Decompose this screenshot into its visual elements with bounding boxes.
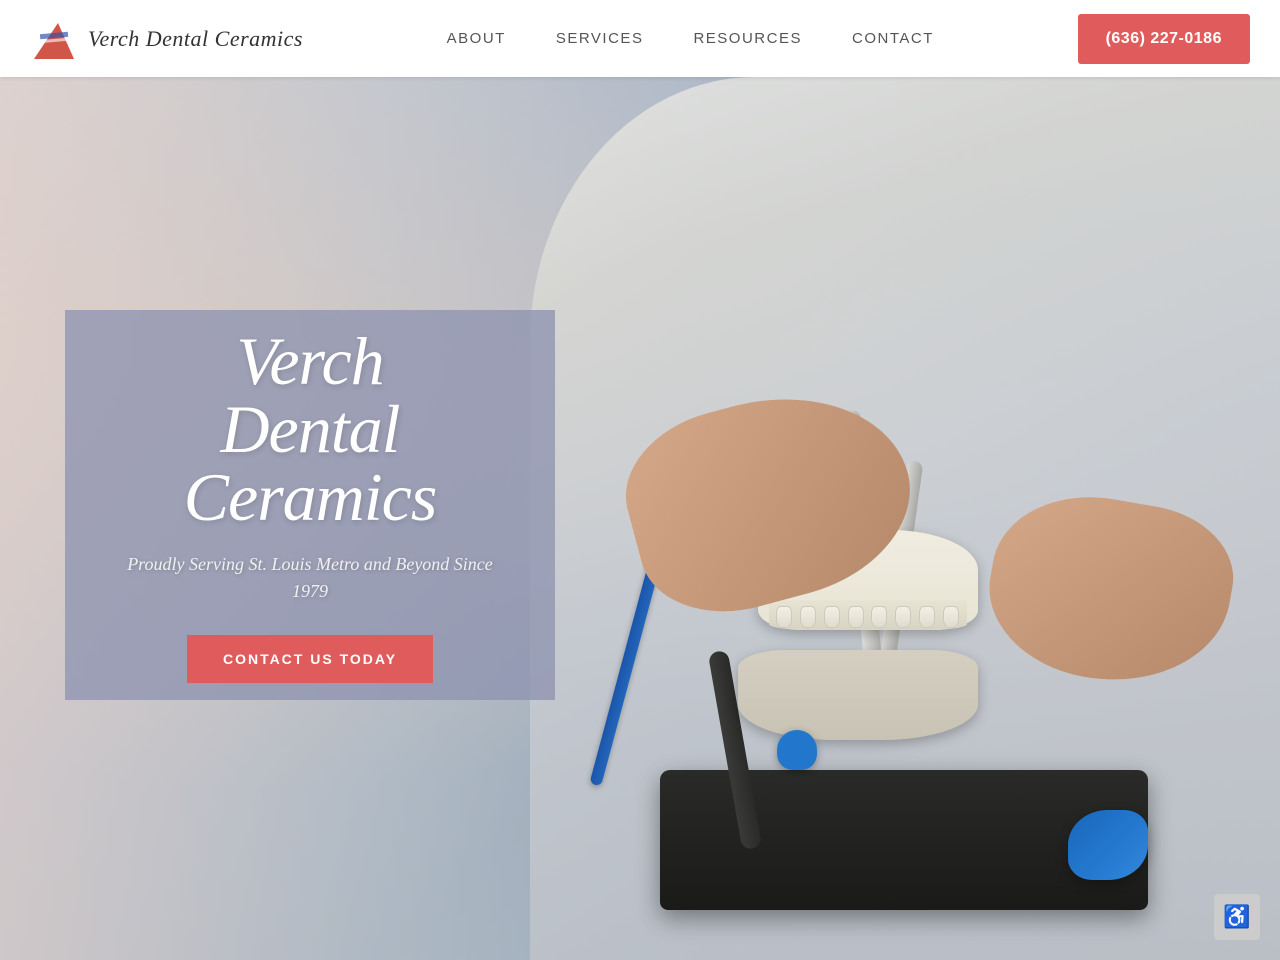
hero-title-line1: Verch xyxy=(236,323,383,399)
hand-right xyxy=(976,481,1244,700)
logo[interactable]: Verch Dental Ceramics xyxy=(30,15,303,63)
hands-area xyxy=(630,350,1230,750)
main-nav: ABOUT SERVICES RESOURCES CONTACT xyxy=(447,30,934,47)
hero-section: Verch Dental Ceramics Proudly Serving St… xyxy=(0,0,1280,960)
hero-subtitle: Proudly Serving St. Louis Metro and Beyo… xyxy=(115,551,505,605)
hero-card: Verch Dental Ceramics Proudly Serving St… xyxy=(65,310,555,700)
hand-left xyxy=(609,367,931,633)
hero-cta-button[interactable]: CONTACT US TODAY xyxy=(187,635,433,683)
nav-contact[interactable]: CONTACT xyxy=(852,30,934,47)
site-header: Verch Dental Ceramics ABOUT SERVICES RES… xyxy=(0,0,1280,77)
phone-button[interactable]: (636) 227-0186 xyxy=(1078,14,1250,64)
hero-title-line2: Dental xyxy=(220,391,399,467)
nav-about[interactable]: ABOUT xyxy=(447,30,506,47)
accessibility-icon: ♿ xyxy=(1223,904,1250,930)
logo-icon xyxy=(30,15,78,63)
logo-text: Verch Dental Ceramics xyxy=(88,26,303,52)
accessibility-button[interactable]: ♿ xyxy=(1214,894,1260,940)
hero-title: Verch Dental Ceramics xyxy=(184,327,437,531)
nav-resources[interactable]: RESOURCES xyxy=(693,30,802,47)
hero-title-line3: Ceramics xyxy=(184,459,437,535)
blue-base-piece xyxy=(1068,810,1148,880)
nav-services[interactable]: SERVICES xyxy=(556,30,644,47)
